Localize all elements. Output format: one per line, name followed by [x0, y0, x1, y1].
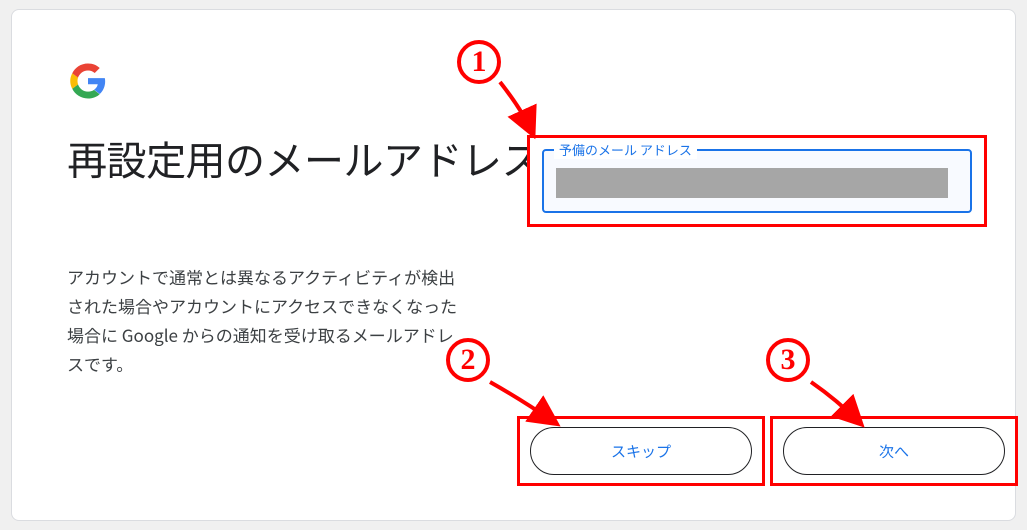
annotation-box-2: スキップ	[517, 416, 765, 486]
next-button[interactable]: 次へ	[783, 427, 1005, 475]
page-description: アカウントで通常とは異なるアクティビティが検出された場合やアカウントにアクセスで…	[67, 263, 467, 379]
recovery-email-input[interactable]: 予備のメール アドレス	[542, 149, 972, 213]
dialog-card: 再設定用のメールアドレスを追加 アカウントで通常とは異なるアクティビティが検出さ…	[11, 9, 1016, 521]
redacted-value	[556, 168, 948, 198]
annotation-marker-2: 2	[446, 338, 490, 382]
skip-button[interactable]: スキップ	[530, 427, 752, 475]
annotation-marker-3: 3	[766, 338, 810, 382]
annotation-box-1: 予備のメール アドレス	[527, 135, 987, 227]
annotation-marker-1: 1	[457, 40, 501, 84]
button-row: スキップ 次へ	[517, 416, 1018, 486]
annotation-box-3: 次へ	[770, 416, 1018, 486]
input-label: 予備のメール アドレス	[554, 140, 697, 159]
google-logo-icon	[67, 60, 109, 102]
